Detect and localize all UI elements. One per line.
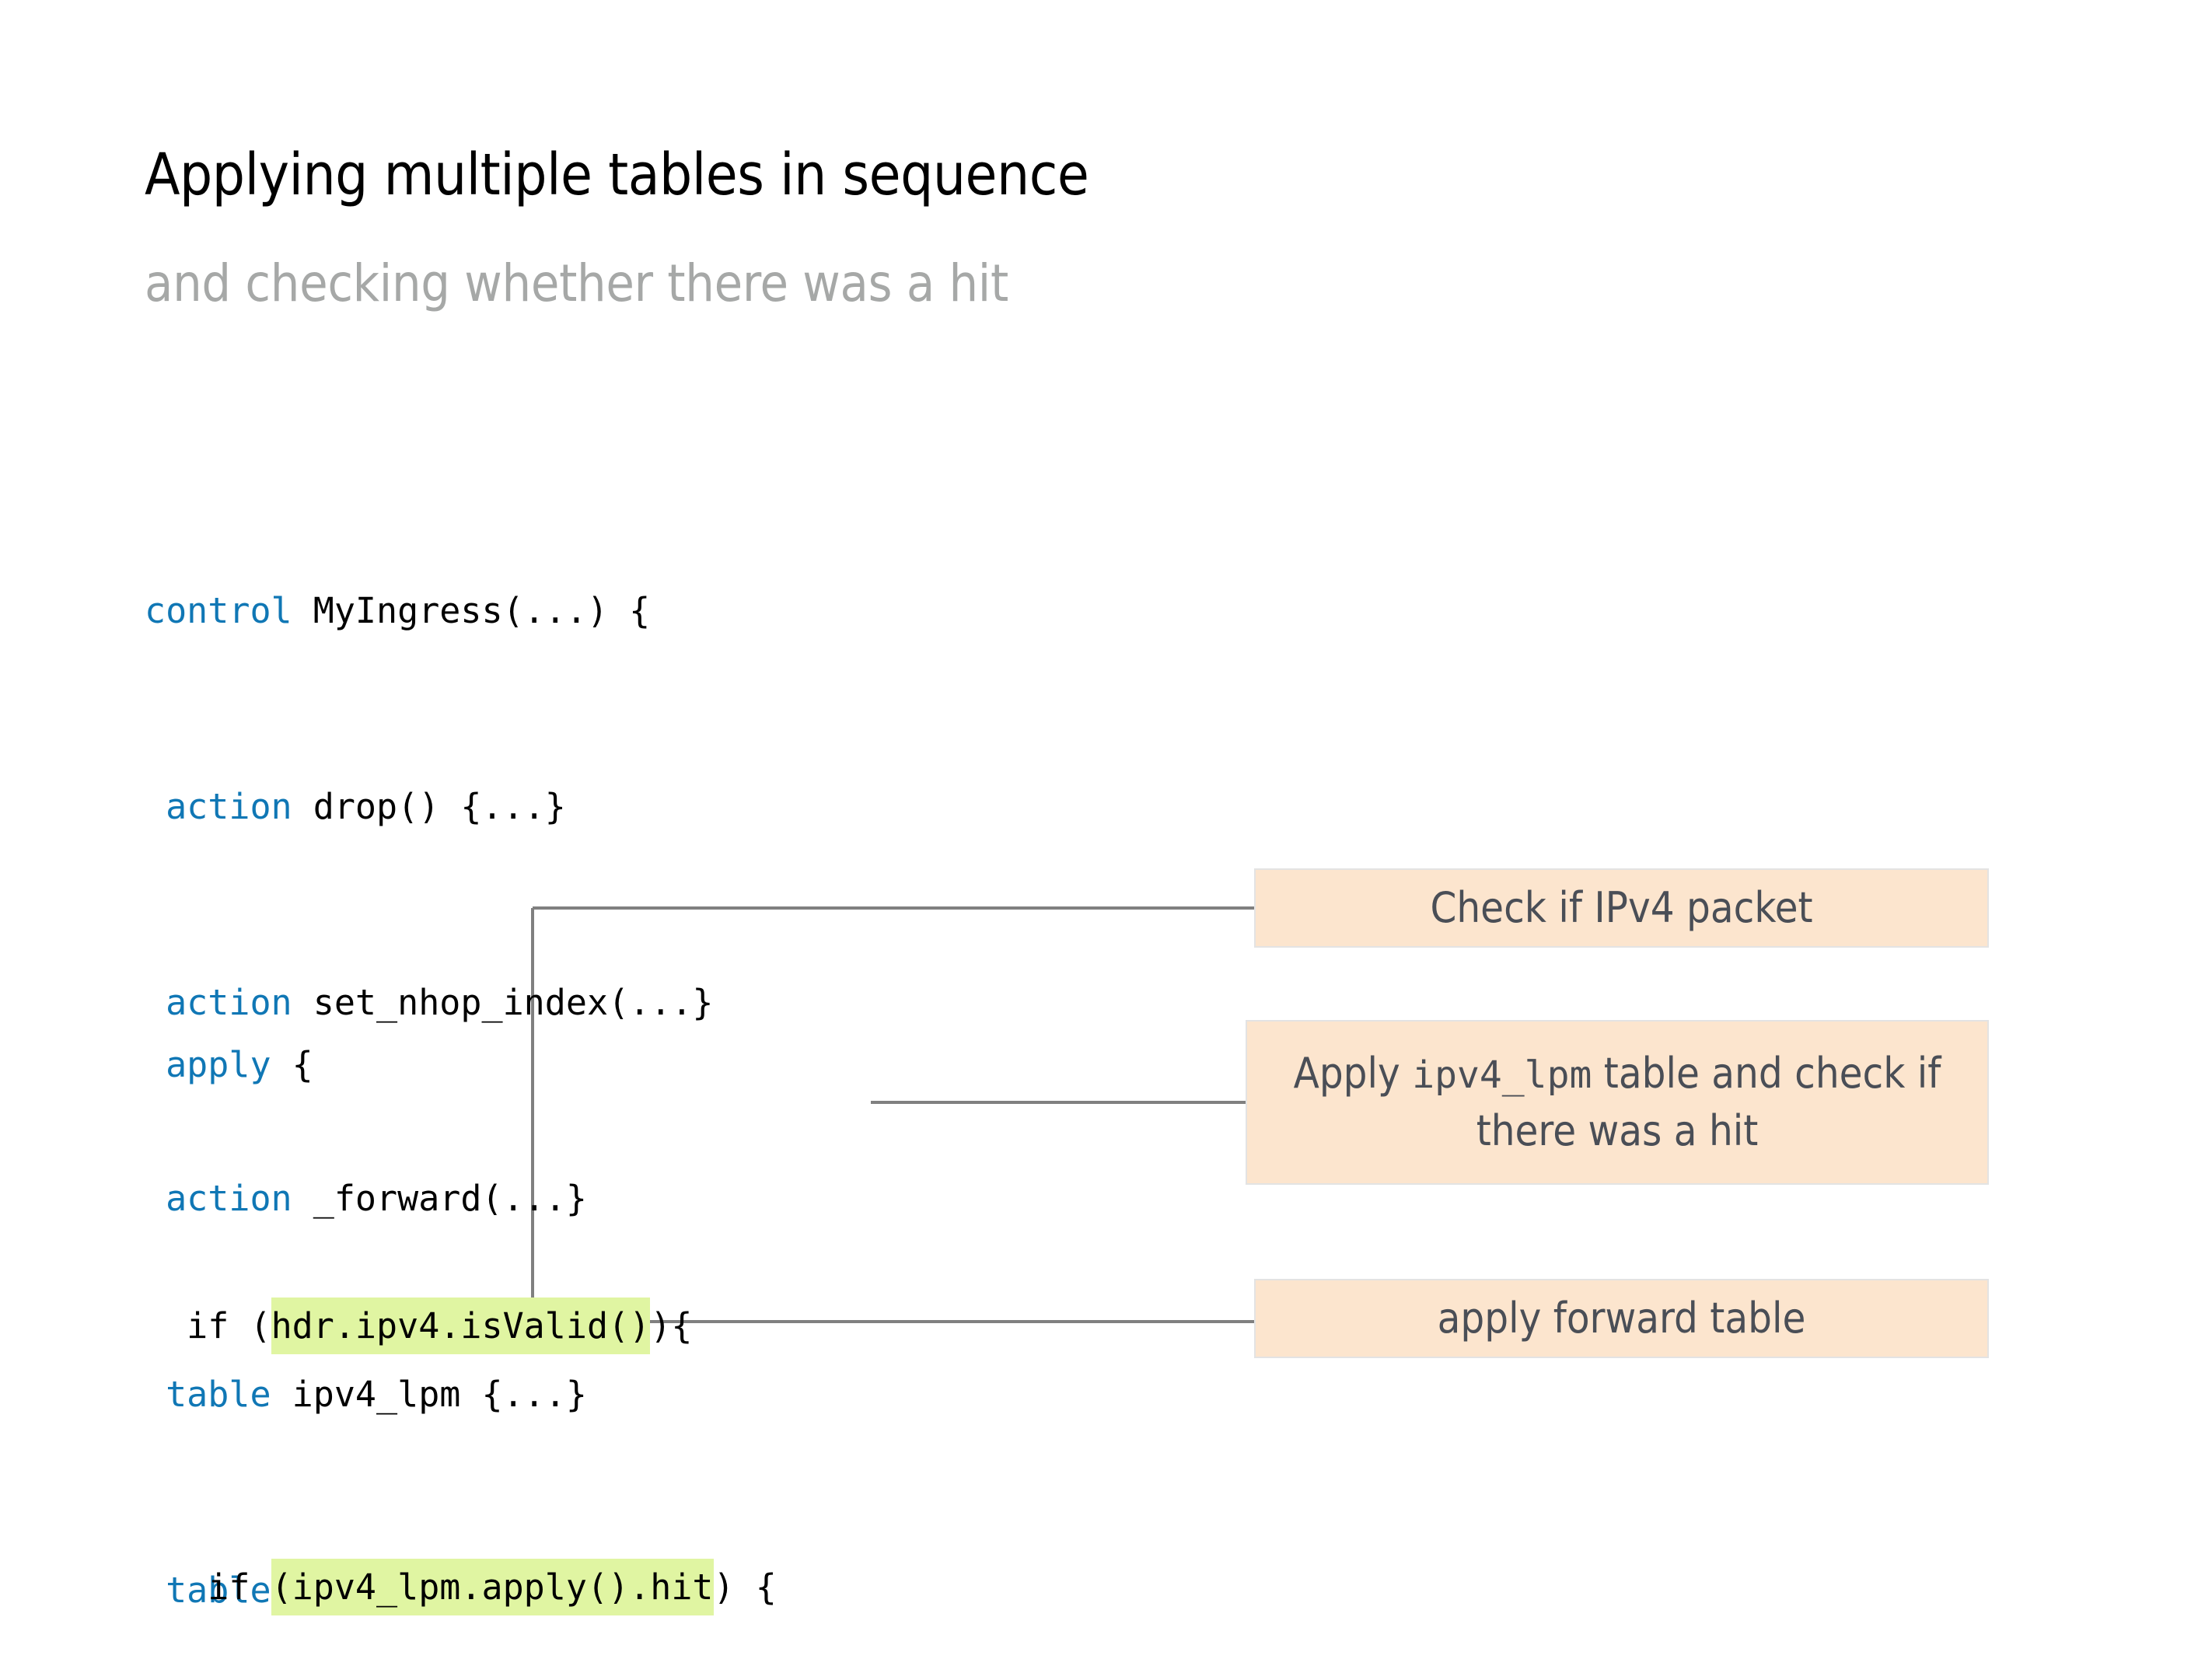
- page-subtitle: and checking whether there was a hit: [145, 253, 1008, 313]
- callout-table-name: ipv4_lpm: [1412, 1053, 1592, 1097]
- code-keyword: control: [145, 590, 292, 631]
- code-line-apply: apply {: [145, 1032, 777, 1098]
- code-text: drop() {...}: [292, 786, 566, 827]
- page-title: Applying multiple tables in sequence: [145, 141, 1089, 208]
- slide-canvas: Applying multiple tables in sequence and…: [0, 0, 2212, 1659]
- code-text: if (: [145, 1305, 271, 1346]
- code-text: {: [271, 1044, 313, 1085]
- code-block-apply: apply { if (hdr.ipv4.isValid()){ if (ipv…: [145, 902, 777, 1659]
- callout-check-ipv4: Check if IPv4 packet: [1254, 868, 1989, 948]
- code-keyword-apply: apply: [166, 1044, 271, 1085]
- code-text: ) {: [713, 1566, 777, 1608]
- callout-apply-forward: apply forward table: [1254, 1279, 1989, 1358]
- code-line-if-isvalid: if (hdr.ipv4.isValid()){: [145, 1294, 777, 1359]
- code-text: if: [145, 1566, 271, 1608]
- code-keyword: action: [166, 786, 292, 827]
- callout-label: Apply ipv4_lpm table and check if there …: [1247, 1046, 1987, 1159]
- code-text: ){: [650, 1305, 693, 1346]
- callout-label: Check if IPv4 packet: [1430, 883, 1813, 932]
- code-highlight-ipv4-lpm-apply-hit: (ipv4_lpm.apply().hit: [271, 1559, 714, 1615]
- callout-apply-ipv4-lpm: Apply ipv4_lpm table and check if there …: [1246, 1020, 1989, 1185]
- code-line: action drop() {...}: [145, 774, 714, 840]
- code-text: MyIngress(...) {: [292, 590, 651, 631]
- code-line-if-hit: if (ipv4_lpm.apply().hit) {: [145, 1555, 777, 1620]
- code-line: control MyIngress(...) {: [145, 578, 714, 644]
- callout-label: apply forward table: [1437, 1294, 1806, 1343]
- callout-text-part-1: Apply: [1293, 1049, 1413, 1098]
- code-highlight-isvalid: hdr.ipv4.isValid(): [271, 1298, 651, 1354]
